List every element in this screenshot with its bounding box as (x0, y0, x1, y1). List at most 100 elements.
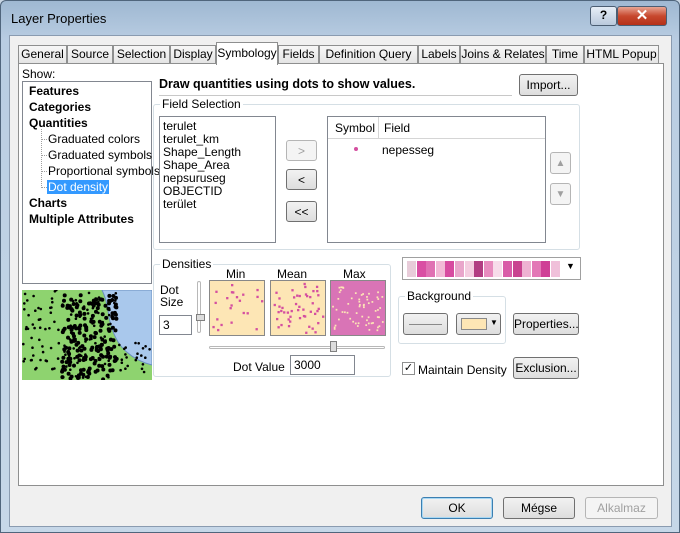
tab-general[interactable]: General (18, 45, 67, 64)
dot-size-input[interactable] (159, 315, 192, 335)
density-dot (261, 300, 264, 303)
density-dot (298, 316, 302, 320)
density-dot (358, 305, 361, 308)
map-dot (67, 354, 71, 357)
map-dot (99, 322, 104, 327)
density-dot (376, 296, 379, 299)
move-all-left-button[interactable]: << (286, 201, 317, 222)
map-dot (37, 318, 41, 321)
map-dot (91, 319, 96, 324)
tree-quantities[interactable]: Quantities (29, 116, 88, 130)
map-dot (140, 354, 143, 357)
cancel-button[interactable]: Mégse (503, 497, 575, 519)
map-dot (148, 348, 151, 351)
map-dot (33, 326, 36, 330)
map-dot (64, 353, 67, 356)
tab-symbology[interactable]: Symbology (216, 42, 278, 65)
chevron-down-icon[interactable]: ▼ (566, 261, 575, 271)
tree-multiple-attributes[interactable]: Multiple Attributes (29, 212, 134, 226)
field-item[interactable]: nepsuruseg (163, 171, 226, 185)
tree-proportional-symbols[interactable]: Proportional symbols (48, 164, 160, 178)
import-button[interactable]: Import... (519, 74, 578, 96)
color-ramp-cell (455, 261, 464, 277)
density-dot (322, 315, 325, 318)
move-down-button[interactable]: ▼ (550, 183, 571, 205)
map-dot (62, 298, 66, 303)
map-dot (103, 303, 108, 308)
density-dot (287, 324, 291, 328)
tab-labels[interactable]: Labels (418, 45, 460, 64)
tab-joins-relates[interactable]: Joins & Relates (460, 45, 546, 64)
tree-categories[interactable]: Categories (29, 100, 91, 114)
map-dot (50, 297, 54, 300)
map-dot (109, 327, 112, 331)
map-dot (71, 331, 76, 336)
max-label: Max (343, 267, 366, 281)
dot-value-slider-thumb[interactable] (329, 341, 337, 352)
apply-button[interactable]: Alkalmaz (585, 497, 658, 519)
color-ramp-cell (512, 261, 522, 277)
density-dot (275, 291, 278, 294)
dot-size-slider[interactable] (197, 281, 201, 333)
map-dot (142, 370, 146, 374)
move-right-button[interactable]: > (286, 140, 317, 161)
mean-density-preview (270, 280, 326, 336)
table-header-symbol[interactable]: Symbol (335, 121, 375, 135)
map-dot (29, 359, 33, 362)
tab-fields[interactable]: Fields (278, 45, 319, 64)
symbol-dot-icon[interactable] (354, 147, 358, 151)
map-dot (62, 326, 67, 331)
field-item[interactable]: terulet (163, 119, 196, 133)
field-selection-title: Field Selection (160, 97, 243, 111)
field-item[interactable]: terület (163, 197, 196, 211)
density-dot (238, 299, 242, 302)
map-dot (88, 357, 93, 362)
close-button[interactable]: ✕ (617, 6, 667, 26)
dot-value-slider[interactable] (209, 346, 385, 349)
density-dot (352, 320, 355, 323)
color-ramp-dropdown[interactable]: ▼ (402, 257, 581, 280)
outline-symbol-button[interactable] (403, 313, 448, 335)
tree-charts[interactable]: Charts (29, 196, 67, 210)
selected-fields-table: Symbol Field nepesseg (327, 116, 546, 243)
field-item[interactable]: Shape_Area (163, 158, 230, 172)
help-button[interactable]: ? (590, 6, 617, 26)
density-dot (289, 320, 292, 323)
tree-graduated-symbols[interactable]: Graduated symbols (48, 148, 152, 162)
field-item[interactable]: OBJECTID (163, 184, 222, 198)
available-fields-list[interactable]: terulet terulet_km Shape_Length Shape_Ar… (159, 116, 276, 243)
density-dot (341, 311, 344, 313)
tab-source[interactable]: Source (67, 45, 113, 64)
tab-display[interactable]: Display (170, 45, 216, 64)
table-header-field[interactable]: Field (384, 121, 410, 135)
density-dot (358, 300, 361, 303)
dot-value-input[interactable] (290, 355, 355, 375)
density-dot (362, 304, 365, 307)
field-item[interactable]: terulet_km (163, 132, 219, 146)
background-fill-button[interactable]: ▼ (456, 313, 501, 335)
tab-selection[interactable]: Selection (113, 45, 170, 64)
tree-dot-density[interactable]: Dot density (47, 180, 110, 194)
density-dot (226, 297, 229, 300)
tree-features[interactable]: Features (29, 84, 79, 98)
table-header-divider (378, 117, 379, 139)
tab-time[interactable]: Time (546, 45, 584, 64)
move-up-button[interactable]: ▲ (550, 152, 571, 174)
tree-graduated-colors[interactable]: Graduated colors (48, 132, 140, 146)
dot-size-slider-thumb[interactable] (196, 314, 205, 321)
selected-field-name[interactable]: nepesseg (382, 143, 434, 157)
maintain-density-checkbox[interactable]: ✓ (402, 362, 415, 375)
tab-definition-query[interactable]: Definition Query (319, 45, 418, 64)
properties-button[interactable]: Properties... (513, 313, 579, 335)
map-dot (39, 307, 43, 311)
tab-html-popup[interactable]: HTML Popup (584, 45, 659, 64)
ok-button[interactable]: OK (421, 497, 493, 519)
map-dot (107, 313, 111, 317)
exclusion-button[interactable]: Exclusion... (513, 357, 579, 379)
density-dot (344, 311, 346, 314)
map-dot (82, 311, 87, 316)
color-ramp-cell (522, 261, 532, 277)
map-dot (30, 336, 33, 340)
field-item[interactable]: Shape_Length (163, 145, 241, 159)
move-left-button[interactable]: < (286, 169, 317, 190)
